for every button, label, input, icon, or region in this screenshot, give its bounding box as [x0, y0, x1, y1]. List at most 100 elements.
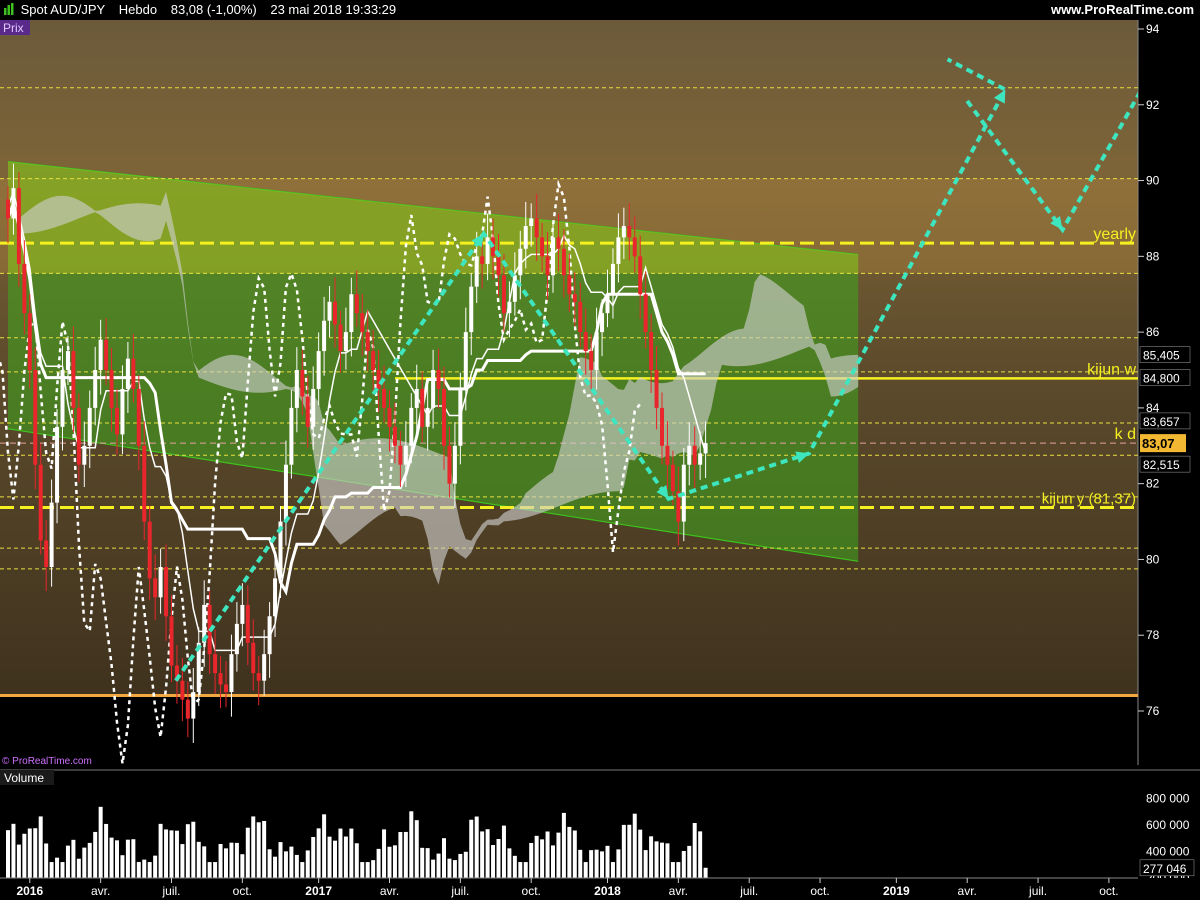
candle-body — [55, 426, 60, 503]
candle-body — [229, 654, 234, 693]
candle-body — [572, 294, 577, 302]
y-tick-label: 80 — [1146, 552, 1160, 566]
candle-body — [300, 370, 305, 397]
volume-bar — [76, 858, 81, 878]
candle-body — [6, 199, 10, 219]
candle-body — [343, 332, 348, 352]
candle-body — [692, 445, 697, 465]
candle-body — [224, 684, 228, 693]
volume-bar — [354, 843, 359, 878]
volume-bar — [676, 862, 681, 878]
candle-body — [627, 226, 632, 238]
volume-bar — [125, 839, 130, 878]
x-tick-label: 2017 — [305, 884, 332, 898]
volume-bar — [600, 851, 605, 878]
candle-body — [605, 294, 610, 314]
volume-bar — [578, 849, 583, 878]
candle-body — [638, 256, 643, 295]
volume-bar — [245, 827, 250, 878]
candle-body — [665, 445, 670, 465]
volume-bar — [382, 829, 387, 878]
volume-bar — [169, 830, 174, 878]
volume-bar — [594, 849, 599, 878]
volume-bar — [60, 862, 65, 878]
axis-background — [1138, 20, 1200, 765]
candle-body — [76, 407, 81, 465]
volume-bar — [463, 851, 468, 878]
candle-body — [16, 188, 21, 264]
volume-bar — [120, 855, 125, 878]
volume-bar — [529, 843, 534, 878]
volume-bar — [403, 831, 408, 878]
volume-tick-label: 400 000 — [1146, 844, 1190, 858]
volume-bar — [638, 829, 643, 878]
candle-body — [213, 654, 218, 674]
volume-bar — [420, 847, 425, 878]
x-tick-label: avr. — [958, 884, 977, 898]
volume-bar — [392, 845, 397, 878]
volume-bar — [698, 831, 703, 878]
candle-body — [262, 654, 267, 681]
volume-bar — [627, 824, 632, 878]
x-tick-label: avr. — [91, 884, 110, 898]
candle-body — [578, 301, 583, 333]
volume-bar — [512, 855, 517, 878]
candle-body — [703, 443, 708, 454]
candle-body — [632, 237, 637, 257]
candle-body — [327, 301, 332, 321]
volume-bar — [224, 848, 228, 878]
candle-body — [561, 248, 566, 276]
candle-body — [218, 673, 223, 685]
volume-bar — [136, 861, 141, 878]
candle-body — [142, 445, 147, 522]
price-level-label: 85,405 — [1143, 349, 1180, 363]
volume-bar — [251, 816, 256, 878]
volume-bar — [534, 835, 539, 878]
volume-bar — [305, 850, 310, 878]
candle-body — [338, 324, 343, 352]
volume-bar — [491, 845, 496, 878]
candle-body — [567, 275, 572, 295]
candle-body — [273, 578, 278, 617]
volume-bar — [273, 856, 278, 878]
candle-body — [474, 256, 479, 287]
volume-bar — [431, 859, 436, 878]
x-tick-label: juil. — [161, 884, 180, 898]
volume-bar — [692, 823, 697, 878]
candle-body — [583, 332, 588, 352]
volume-bar — [436, 853, 441, 878]
candle-body — [147, 521, 152, 579]
y-tick-label: 78 — [1146, 628, 1160, 642]
volume-bar — [98, 806, 103, 878]
candle-body — [507, 301, 512, 314]
volume-bar — [398, 832, 403, 878]
candle-body — [33, 370, 38, 465]
volume-bar — [605, 845, 610, 878]
x-tick-label: 2018 — [594, 884, 621, 898]
candle-body — [322, 320, 327, 352]
candle-body — [698, 453, 703, 465]
volume-bar — [474, 816, 479, 878]
candle-body — [463, 332, 468, 389]
volume-bar — [518, 862, 523, 878]
volume-bar — [469, 819, 474, 878]
volume-bar — [610, 862, 615, 878]
candle-body — [512, 275, 517, 302]
candle-body — [120, 388, 125, 435]
candle-body — [109, 370, 114, 408]
candle-body — [540, 237, 545, 257]
volume-bar — [174, 830, 179, 878]
volume-bar — [213, 862, 218, 878]
y-tick-label: 92 — [1146, 98, 1160, 112]
volume-bar — [338, 828, 343, 878]
volume-bar — [240, 854, 245, 878]
volume-bar — [545, 831, 550, 878]
price-chart[interactable]: yearly kijun w k d kijun y (81,37) 94 92 90 88… — [0, 0, 1200, 900]
volume-last-label: 277 046 — [1143, 862, 1187, 876]
x-tick-label: juil. — [739, 884, 758, 898]
candle-body — [185, 699, 190, 719]
x-tick-label: avr. — [669, 884, 688, 898]
volume-tick-label: 600 000 — [1146, 818, 1190, 832]
volume-bar — [234, 842, 239, 878]
volume-bar — [360, 862, 365, 878]
